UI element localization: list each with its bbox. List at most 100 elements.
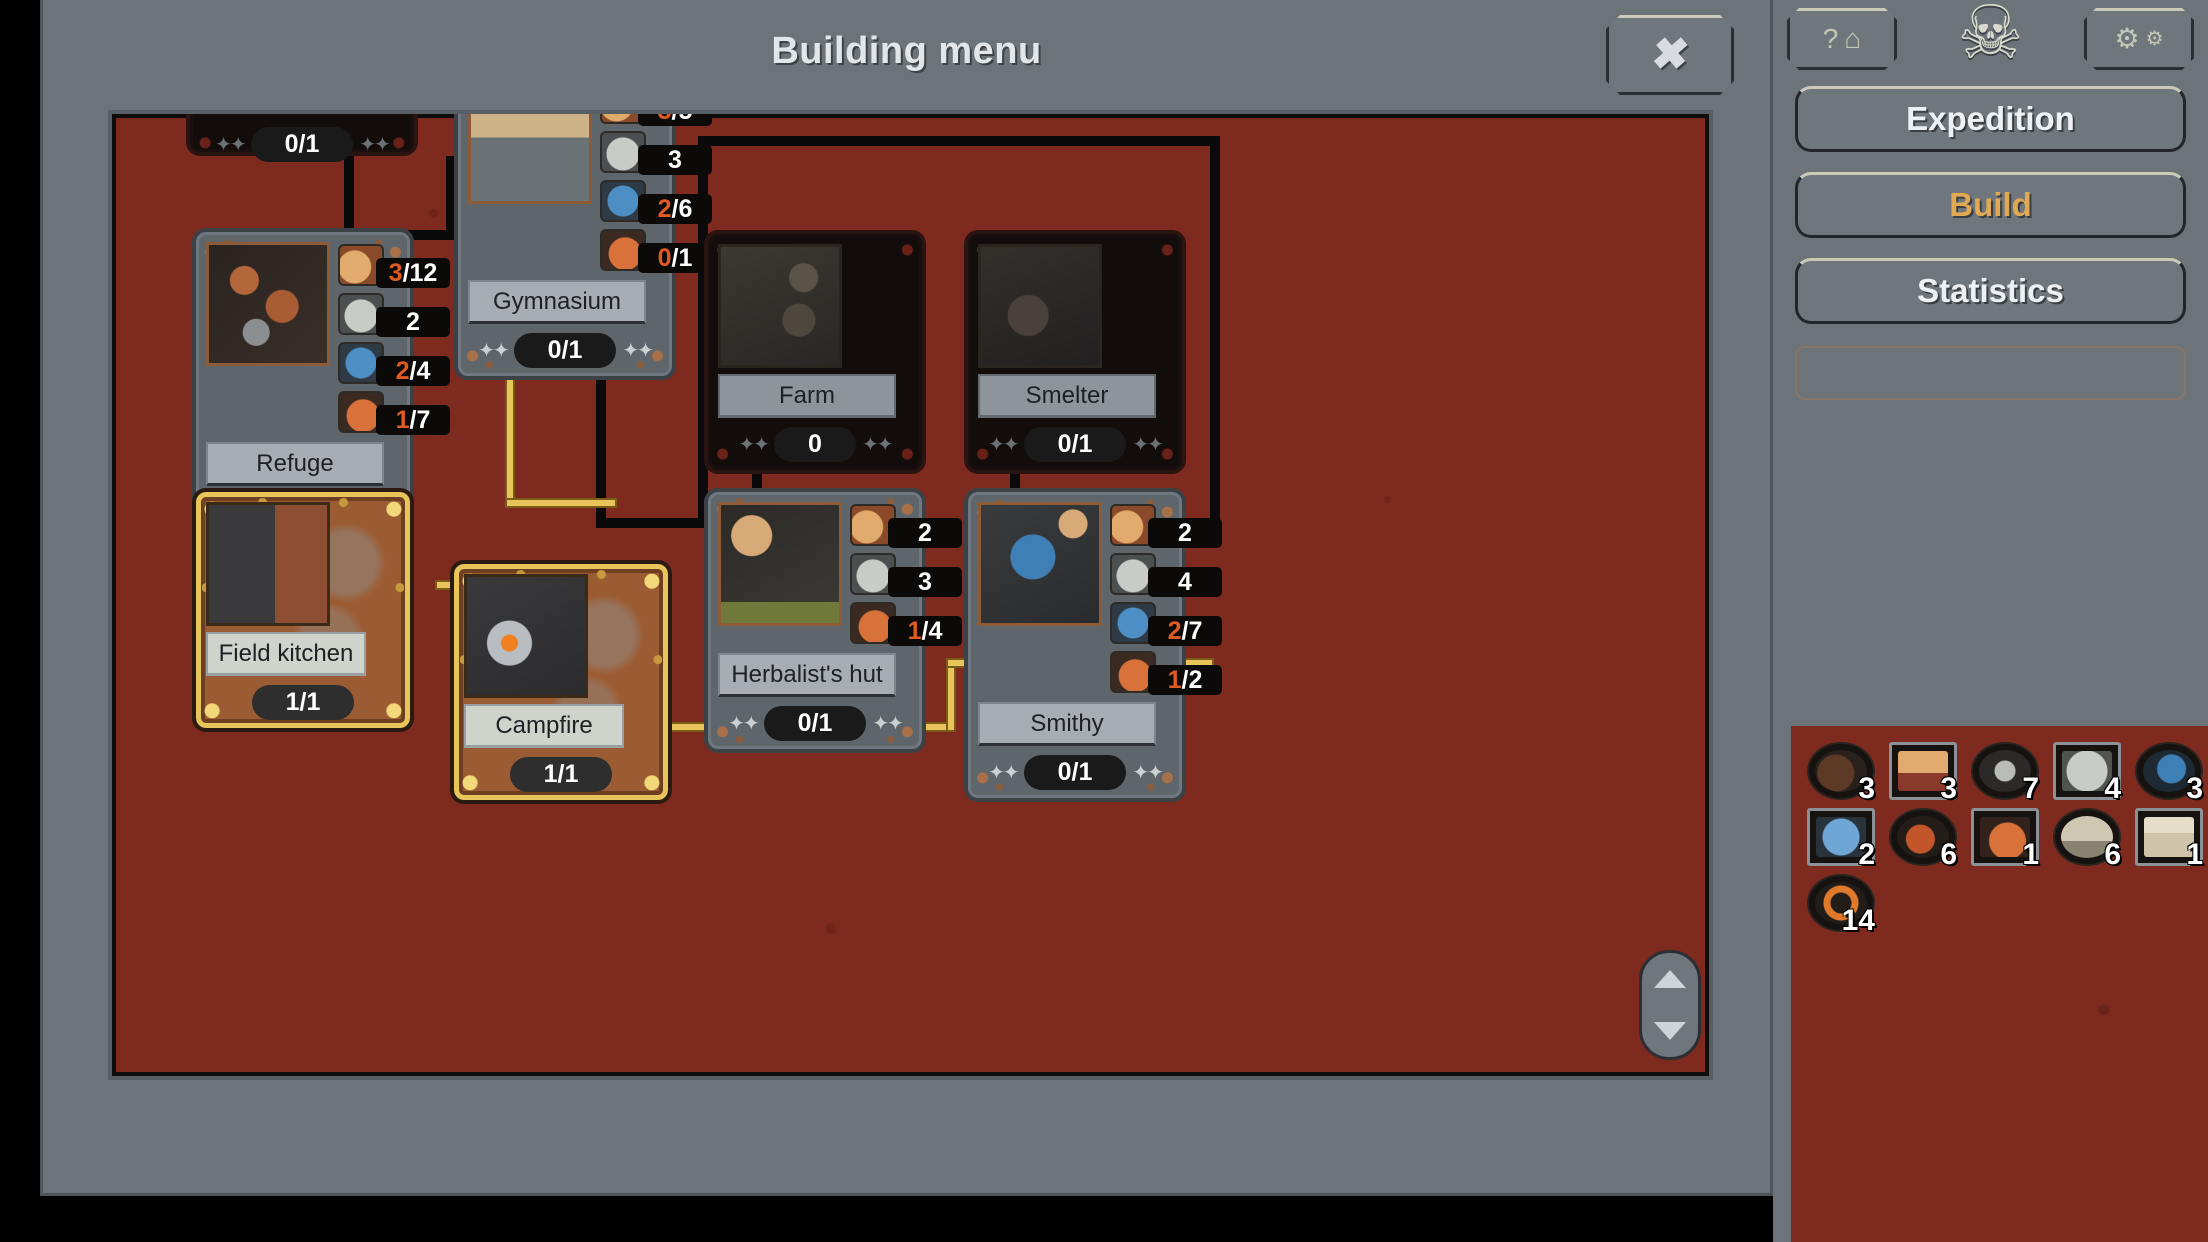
cost-list: 3/5 3 2/6 0 / 1 xyxy=(598,114,712,274)
settings-button[interactable]: ⚙ ⚙ xyxy=(2084,8,2194,70)
building-thumbnail xyxy=(718,244,842,368)
building-count-row: ✦✦ 0/1 ✦✦ xyxy=(200,126,404,162)
herbalists-hut-art-icon xyxy=(721,505,839,623)
card-body: 2 4 2/7 1/2 xyxy=(978,502,1222,696)
scroll-down-icon[interactable] xyxy=(1654,1022,1686,1040)
cost-row: 3/12 xyxy=(336,244,450,289)
cost-value: 4 xyxy=(1148,567,1222,597)
item-count: 7 xyxy=(2022,772,2039,805)
gymnasium-art-icon xyxy=(471,114,589,201)
item-count: 4 xyxy=(2104,772,2121,805)
inventory-item[interactable]: 14 xyxy=(1805,872,1877,936)
cost-row: 2/4 xyxy=(336,342,450,387)
inventory-item[interactable]: 3 xyxy=(2133,740,2205,805)
card-body: 2 3 1/4 xyxy=(718,502,962,647)
cost-row: 3 xyxy=(848,553,962,598)
cost-value: 3/12 xyxy=(376,258,450,288)
close-button[interactable]: ✖ xyxy=(1606,15,1734,95)
building-name: Campfire xyxy=(464,704,624,748)
sidebar-item-expedition[interactable]: Expedition xyxy=(1795,86,2186,152)
cost-row: 3 xyxy=(598,131,712,176)
inventory-item[interactable]: 1 xyxy=(2133,806,2205,871)
item-count: 3 xyxy=(2186,772,2203,805)
inventory-item[interactable]: 7 xyxy=(1969,740,2041,805)
building-count: 0/1 xyxy=(763,705,867,741)
inventory-item[interactable]: 6 xyxy=(2051,806,2123,870)
building-thumbnail xyxy=(978,244,1102,368)
inventory-item[interactable]: 6 xyxy=(1887,806,1959,871)
building-icon: ⌂ xyxy=(1844,23,1862,54)
building-card-smithy[interactable]: 2 4 2/7 1/2 Smithy ✦✦ 0/1 ✦✦ xyxy=(964,488,1222,802)
smelter-art-icon xyxy=(981,247,1099,365)
page-title: Building menu xyxy=(771,30,1042,72)
building-card-farm[interactable]: Farm ✦✦ 0 ✦✦ xyxy=(704,230,926,474)
connector-line xyxy=(344,156,354,238)
inventory-item[interactable]: 3 xyxy=(1887,740,1959,805)
cost-value: 3/5 xyxy=(638,114,712,126)
inventory-item[interactable]: 4 xyxy=(2051,740,2123,805)
sidebar-item-build[interactable]: Build xyxy=(1795,172,2186,238)
right-sidebar: ? ⌂ ☠ ⚙ ⚙ Expedition Build Statistics 3 xyxy=(1773,0,2208,1242)
building-thumbnail xyxy=(206,502,330,626)
deco-right: ✦✦ xyxy=(622,339,653,362)
cost-value: 0/1 xyxy=(638,243,712,273)
card-body xyxy=(464,574,658,698)
cost-value: 1/2 xyxy=(1148,665,1222,695)
card-body: 3/12 2 2/4 1 / 7 xyxy=(206,242,450,436)
cost-row: 2 xyxy=(1108,504,1222,549)
help-building-button[interactable]: ? ⌂ xyxy=(1787,8,1897,70)
item-count: 3 xyxy=(1858,772,1875,805)
help-icon: ? xyxy=(1822,23,1839,54)
deco-right: ✦✦ xyxy=(1132,761,1163,784)
cost-row: 4 xyxy=(1108,553,1222,598)
inventory-item[interactable]: 1 xyxy=(1969,806,2041,870)
building-card-field-kitchen[interactable]: Field kitchen 1/1 xyxy=(192,488,414,732)
card-body: 3/5 3 2/6 0 / 1 xyxy=(468,114,712,274)
deco-left: ✦✦ xyxy=(988,433,1019,456)
item-count: 6 xyxy=(1940,838,1957,871)
building-name: Smithy xyxy=(978,702,1156,746)
connector-line xyxy=(596,518,706,528)
cost-value: 2 xyxy=(888,518,962,548)
sidebar-item-statistics[interactable]: Statistics xyxy=(1795,258,2186,324)
cost-value: 2 xyxy=(376,307,450,337)
cost-value: 2 xyxy=(1148,518,1222,548)
building-count-row: 1/1 xyxy=(206,684,400,720)
inventory-item[interactable]: 2 xyxy=(1805,806,1877,871)
connector-line-built xyxy=(946,658,956,732)
deco-right: ✦✦ xyxy=(872,712,903,735)
item-count: 1 xyxy=(2186,838,2203,871)
deco-left: ✦✦ xyxy=(215,133,246,156)
skull-icon: ☠ xyxy=(1957,0,2024,74)
item-count: 3 xyxy=(1940,772,1957,805)
sidebar-empty-slot xyxy=(1795,346,2186,400)
building-name: Gymnasium xyxy=(468,280,646,324)
game-screen: Building menu ✖ ✦✦ 0/1 ✦✦ 3 / 12 2 2 / 4… xyxy=(0,0,2208,1242)
building-thumbnail xyxy=(206,242,330,366)
inventory-item[interactable]: 3 xyxy=(1805,740,1877,805)
building-count-row: ✦✦ 0 ✦✦ xyxy=(718,426,912,462)
tree-scroll-control[interactable] xyxy=(1639,950,1701,1060)
cost-list: 2 4 2/7 1/2 xyxy=(1108,502,1222,696)
building-card-smelter[interactable]: Smelter ✦✦ 0/1 ✦✦ xyxy=(964,230,1186,474)
building-card-gymnasium[interactable]: 3/5 3 2/6 0 / 1 Gymnasium ✦✦ 0/1 ✦✦ xyxy=(454,114,712,380)
item-count: 2 xyxy=(1858,838,1875,871)
building-thumbnail xyxy=(464,574,588,698)
building-card-campfire[interactable]: Campfire 1/1 xyxy=(450,560,672,804)
cost-value: 1/4 xyxy=(888,616,962,646)
building-count: 0/1 xyxy=(1023,754,1127,790)
gear-icon: ⚙ xyxy=(2114,23,2140,54)
card-body xyxy=(206,502,400,626)
deco-left: ✦✦ xyxy=(728,712,759,735)
refuge-art-icon xyxy=(209,245,327,363)
cost-value: 1/7 xyxy=(376,405,450,435)
scroll-up-icon[interactable] xyxy=(1654,970,1686,988)
gear-small-icon: ⚙ xyxy=(2145,28,2164,50)
card-body xyxy=(978,244,1172,368)
tree-canvas: ✦✦ 0/1 ✦✦ 3/12 2 2 / 4 1 / 7 Refuge 3 / … xyxy=(116,114,1705,1072)
building-card-top-partial[interactable]: ✦✦ 0/1 ✦✦ xyxy=(186,114,418,162)
connector-line xyxy=(1210,136,1220,528)
building-card-herbalists-hut[interactable]: 2 3 1/4 Herbalist's hut ✦✦ 0/1 ✦✦ xyxy=(704,488,962,753)
cost-row: 2/6 xyxy=(598,180,712,225)
connector-line-built xyxy=(505,498,617,508)
